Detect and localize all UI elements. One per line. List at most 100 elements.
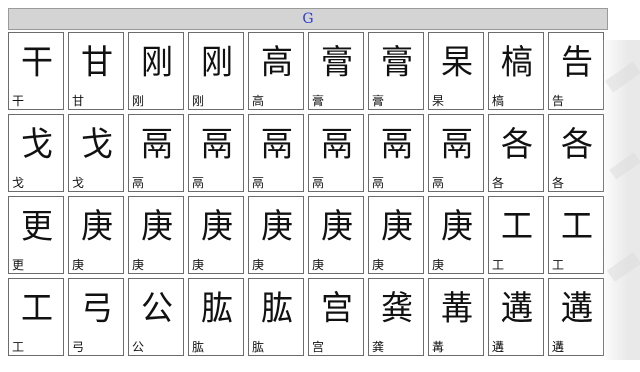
ancient-glyph: 庚 xyxy=(260,206,293,246)
character-label: 膏 xyxy=(312,94,325,108)
ancient-glyph: 告 xyxy=(560,42,593,82)
character-cell: 鬲鬲 xyxy=(128,114,184,192)
character-cell: 庚庚 xyxy=(68,196,124,274)
section-header: G xyxy=(8,8,608,30)
ancient-glyph: 肱 xyxy=(260,288,293,328)
character-grid: 干干甘甘刚刚刚刚高高膏膏膏膏杲杲槁槁告告戈戈戈戈鬲鬲鬲鬲鬲鬲鬲鬲鬲鬲鬲鬲各各各各… xyxy=(8,32,608,372)
character-cell: 槁槁 xyxy=(488,32,544,110)
character-label: 工 xyxy=(12,340,25,354)
ancient-glyph: 工 xyxy=(20,288,53,328)
character-cell: 庚庚 xyxy=(248,196,304,274)
ancient-glyph: 鬲 xyxy=(140,124,173,164)
character-label: 庚 xyxy=(372,258,385,272)
character-label: 遘 xyxy=(492,340,505,354)
ancient-glyph: 戈 xyxy=(80,124,113,164)
ancient-glyph: 鬲 xyxy=(260,124,293,164)
ancient-glyph: 甘 xyxy=(80,42,113,82)
character-label: 庚 xyxy=(132,258,145,272)
ancient-glyph: 宫 xyxy=(320,288,353,328)
character-label: 鬲 xyxy=(372,176,385,190)
background-shade xyxy=(600,40,640,360)
character-cell: 冓冓 xyxy=(428,278,484,356)
character-cell: 戈戈 xyxy=(68,114,124,192)
ancient-glyph: 庚 xyxy=(320,206,353,246)
ancient-glyph: 更 xyxy=(20,206,53,246)
character-cell: 宫宫 xyxy=(308,278,364,356)
character-label: 庚 xyxy=(192,258,205,272)
character-label: 肱 xyxy=(192,340,205,354)
character-label: 弓 xyxy=(72,340,85,354)
character-cell: 戈戈 xyxy=(8,114,64,192)
character-label: 庚 xyxy=(432,258,445,272)
character-cell: 鬲鬲 xyxy=(368,114,424,192)
ancient-glyph: 遘 xyxy=(560,288,593,328)
ancient-glyph: 戈 xyxy=(20,124,53,164)
character-label: 庚 xyxy=(312,258,325,272)
ancient-glyph: 刚 xyxy=(140,42,173,82)
ancient-glyph: 膏 xyxy=(320,42,353,82)
ancient-glyph: 各 xyxy=(500,124,533,164)
character-cell: 龚龚 xyxy=(368,278,424,356)
character-cell: 庚庚 xyxy=(368,196,424,274)
character-cell: 刚刚 xyxy=(128,32,184,110)
ancient-glyph: 冓 xyxy=(440,288,473,328)
character-cell: 鬲鬲 xyxy=(428,114,484,192)
ancient-glyph: 庚 xyxy=(80,206,113,246)
ancient-glyph: 庚 xyxy=(140,206,173,246)
character-cell: 肱肱 xyxy=(248,278,304,356)
character-cell: 肱肱 xyxy=(188,278,244,356)
character-label: 宫 xyxy=(312,340,325,354)
character-cell: 弓弓 xyxy=(68,278,124,356)
character-cell: 膏膏 xyxy=(368,32,424,110)
ancient-glyph: 鬲 xyxy=(380,124,413,164)
ancient-glyph: 弓 xyxy=(80,288,113,328)
character-label: 鬲 xyxy=(132,176,145,190)
character-cell: 鬲鬲 xyxy=(308,114,364,192)
character-cell: 更更 xyxy=(8,196,64,274)
ancient-glyph: 肱 xyxy=(200,288,233,328)
character-label: 膏 xyxy=(372,94,385,108)
ancient-glyph: 膏 xyxy=(380,42,413,82)
ancient-glyph: 龚 xyxy=(380,288,413,328)
ancient-glyph: 鬲 xyxy=(200,124,233,164)
ancient-glyph: 庚 xyxy=(200,206,233,246)
character-label: 鬲 xyxy=(192,176,205,190)
character-cell: 鬲鬲 xyxy=(188,114,244,192)
ancient-glyph: 鬲 xyxy=(320,124,353,164)
character-label: 刚 xyxy=(192,94,205,108)
character-cell: 庚庚 xyxy=(428,196,484,274)
character-label: 工 xyxy=(492,258,505,272)
character-cell: 刚刚 xyxy=(188,32,244,110)
character-label: 槁 xyxy=(492,94,505,108)
character-label: 各 xyxy=(552,176,565,190)
character-label: 龚 xyxy=(372,340,385,354)
ancient-glyph: 干 xyxy=(20,42,53,82)
character-table-page: G 干干甘甘刚刚刚刚高高膏膏膏膏杲杲槁槁告告戈戈戈戈鬲鬲鬲鬲鬲鬲鬲鬲鬲鬲鬲鬲各各… xyxy=(0,0,640,360)
character-label: 刚 xyxy=(132,94,145,108)
character-label: 告 xyxy=(552,94,565,108)
character-label: 甘 xyxy=(72,94,85,108)
character-label: 干 xyxy=(12,94,25,108)
character-cell: 遘遘 xyxy=(548,278,604,356)
character-label: 鬲 xyxy=(252,176,265,190)
ancient-glyph: 鬲 xyxy=(440,124,473,164)
character-cell: 膏膏 xyxy=(308,32,364,110)
character-label: 肱 xyxy=(252,340,265,354)
character-cell: 杲杲 xyxy=(428,32,484,110)
character-label: 更 xyxy=(12,258,25,272)
character-label: 戈 xyxy=(72,176,85,190)
character-label: 公 xyxy=(132,340,145,354)
character-cell: 庚庚 xyxy=(308,196,364,274)
character-label: 戈 xyxy=(12,176,25,190)
ancient-glyph: 工 xyxy=(500,206,533,246)
character-label: 遘 xyxy=(552,340,565,354)
ancient-glyph: 工 xyxy=(560,206,593,246)
character-label: 鬲 xyxy=(312,176,325,190)
ancient-glyph: 各 xyxy=(560,124,593,164)
character-cell: 高高 xyxy=(248,32,304,110)
character-label: 冓 xyxy=(432,340,445,354)
character-cell: 庚庚 xyxy=(128,196,184,274)
ancient-glyph: 公 xyxy=(140,288,173,328)
character-label: 鬲 xyxy=(432,176,445,190)
character-label: 高 xyxy=(252,94,265,108)
